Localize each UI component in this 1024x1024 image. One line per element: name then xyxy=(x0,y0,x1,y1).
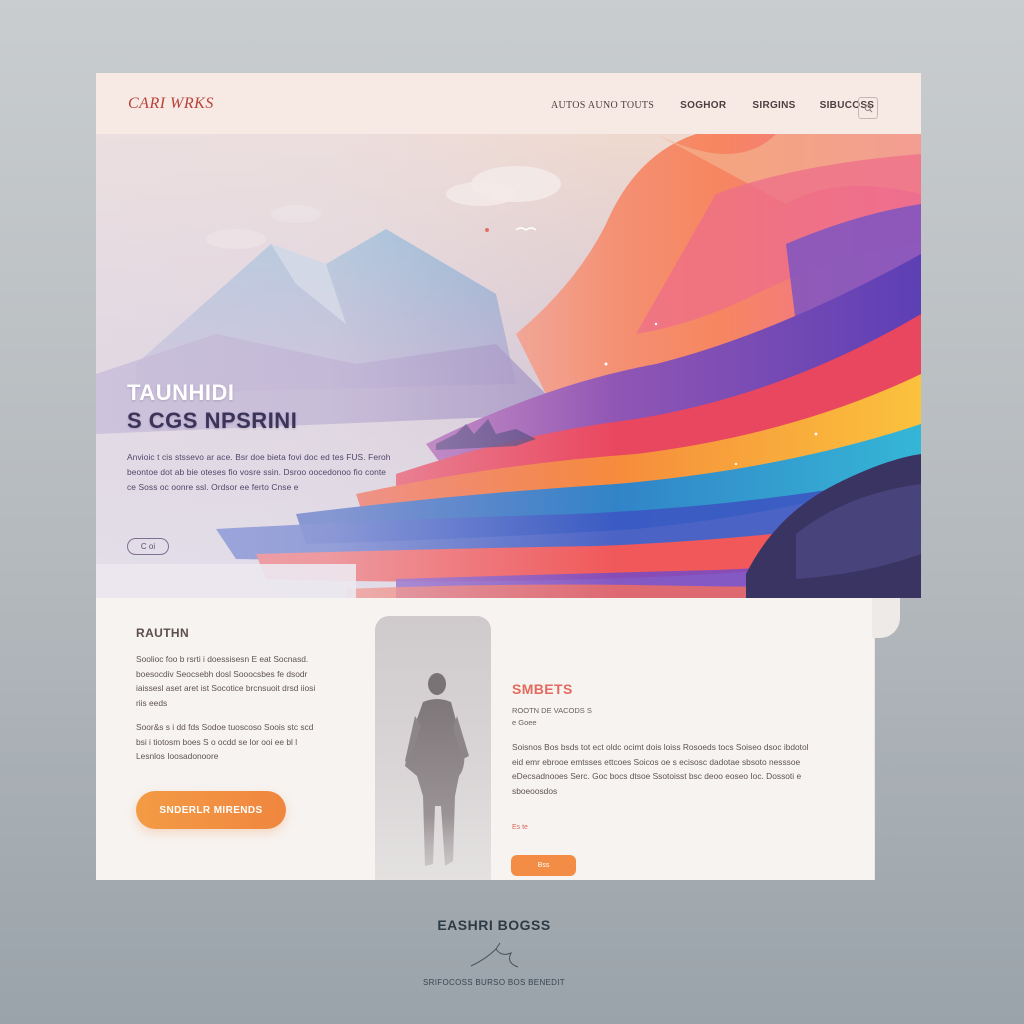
person-photo xyxy=(375,616,491,880)
services-subtitle-line1: ROOTN DE VACODS S xyxy=(512,706,592,715)
services-subtitle-line2: e Goee xyxy=(512,718,537,727)
content-section: RAUTHN Soolioc foo b rsrti i doessisesn … xyxy=(96,598,875,880)
webpage-mockup: CARI WRKS AUTOS AUNO TOUTS SOGHOR SIRGIN… xyxy=(96,73,921,880)
person-silhouette xyxy=(405,673,469,866)
search-icon xyxy=(864,104,872,112)
main-nav: AUTOS AUNO TOUTS SOGHOR SIRGINS SIBUCOSS xyxy=(551,100,874,111)
page-corner-tab xyxy=(872,598,900,638)
hero-headline-line1: TAUNHIDI xyxy=(127,380,235,405)
hero-landscape-illustration xyxy=(96,134,921,598)
hero-description: Anvioic t cis stssevo ar ace. Bsr doe bi… xyxy=(127,452,391,492)
hero-cta-button[interactable]: C oi xyxy=(127,538,169,555)
services-note: Es te xyxy=(512,824,528,831)
hero-headline-line2: S CGS NPSRINI xyxy=(127,408,298,433)
services-description: Soisnos Bos bsds tot ect oldc ocimt dois… xyxy=(512,742,809,796)
nav-link-3[interactable]: SIRGINS xyxy=(752,100,795,111)
hero-headline: TAUNHIDI S CGS NPSRINI xyxy=(127,379,297,435)
services-heading: SMBETS xyxy=(512,681,573,697)
services-subtitle: ROOTN DE VACODS S e Goee xyxy=(512,705,592,729)
about-cta-button[interactable]: SNDERLR MIRENDS xyxy=(136,791,286,829)
about-paragraph-2: Soor&s s i dd fds Sodoe tuoscoso Soois s… xyxy=(136,722,314,761)
nav-link-1[interactable]: AUTOS AUNO TOUTS xyxy=(551,100,654,111)
bird-sketch-icon xyxy=(470,942,519,968)
hero-banner: TAUNHIDI S CGS NPSRINI Anvioic t cis sts… xyxy=(96,134,921,598)
top-navigation-bar: CARI WRKS AUTOS AUNO TOUTS SOGHOR SIRGIN… xyxy=(96,73,921,134)
services-cta-button[interactable]: Bss xyxy=(511,855,576,876)
search-button[interactable] xyxy=(858,97,878,119)
about-paragraph-1: Soolioc foo b rsrti i doessisesn E eat S… xyxy=(136,654,316,708)
caption-subtitle: SRIFOCOSS BURSO BOS BENEDIT xyxy=(423,978,565,987)
caption-title: EASHRI BOGSS xyxy=(437,917,551,933)
site-logo[interactable]: CARI WRKS xyxy=(128,95,214,113)
about-heading: RAUTHN xyxy=(136,626,190,640)
nav-link-2[interactable]: SOGHOR xyxy=(680,100,726,111)
